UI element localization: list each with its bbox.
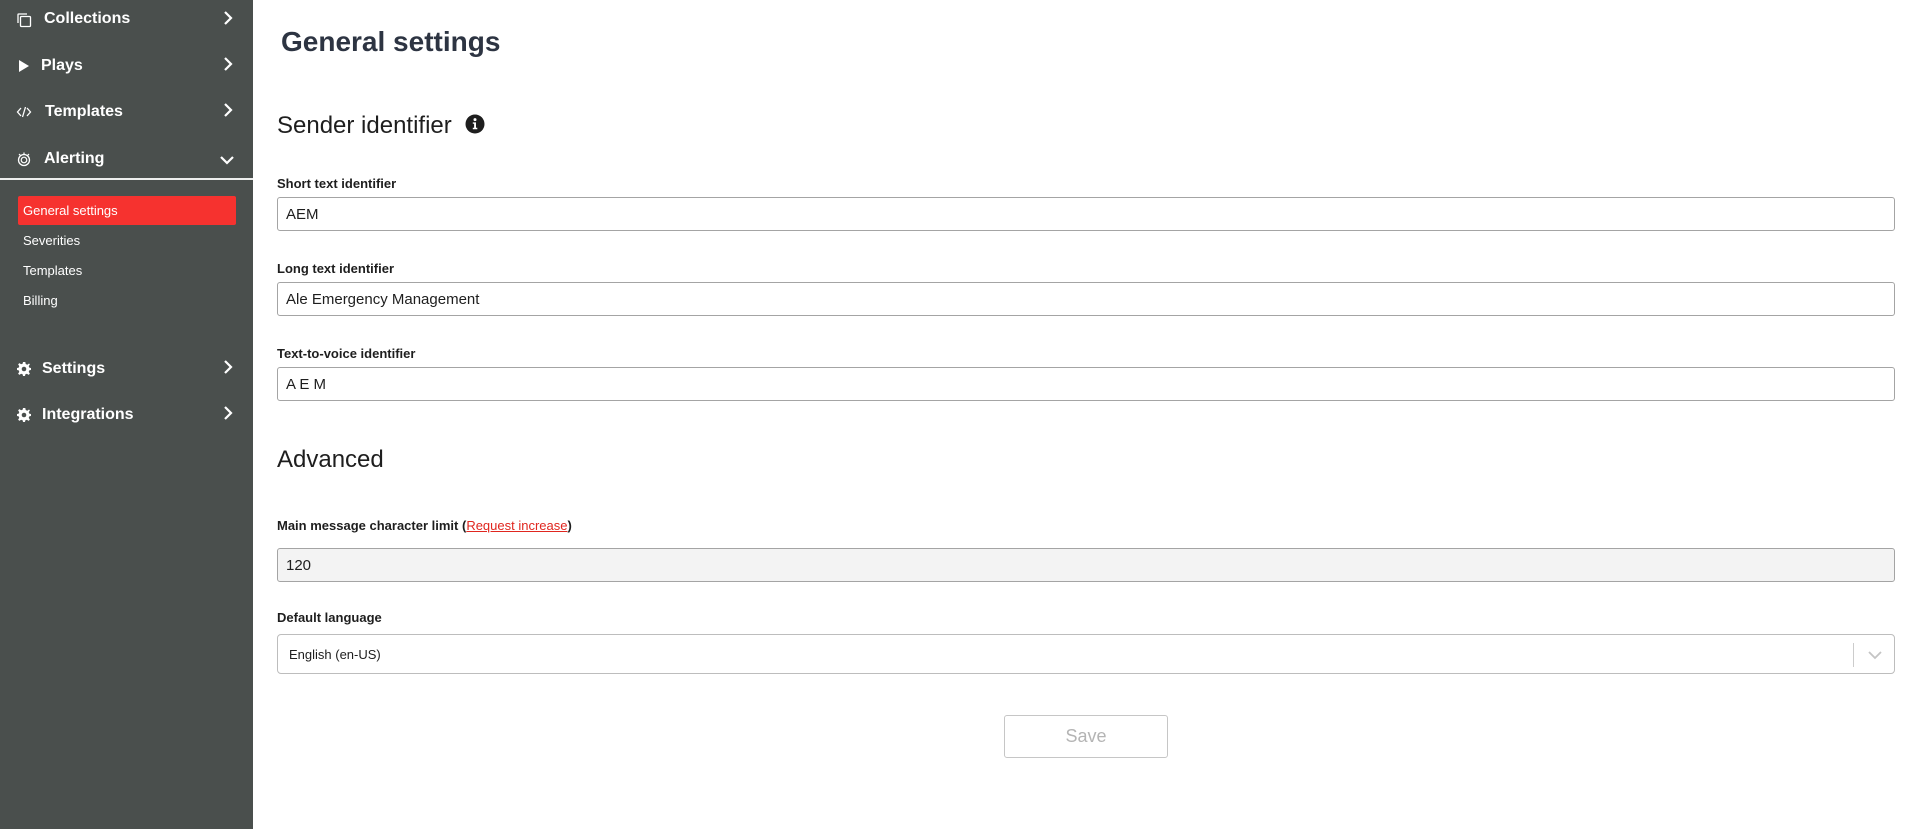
- sidebar-subitem-label: Billing: [23, 293, 58, 308]
- long-text-identifier-input[interactable]: [277, 282, 1895, 316]
- sidebar-item-collections[interactable]: Collections: [0, 0, 253, 40]
- chevron-right-icon: [220, 405, 236, 421]
- sidebar-subitem-general-settings[interactable]: General settings: [18, 196, 236, 225]
- divider: [0, 178, 253, 180]
- sidebar-item-plays[interactable]: Plays: [0, 46, 253, 86]
- sidebar-subitem-templates[interactable]: Templates: [18, 256, 236, 285]
- sidebar-subitem-label: General settings: [23, 203, 118, 218]
- text-to-voice-identifier-input[interactable]: [277, 367, 1895, 401]
- section-title-advanced: Advanced: [277, 446, 384, 473]
- sidebar-item-label: Collections: [44, 10, 131, 27]
- sidebar-subitem-label: Templates: [23, 263, 83, 278]
- sidebar-item-label: Integrations: [42, 406, 134, 423]
- default-language-value: English (en-US): [289, 647, 381, 662]
- chevron-right-icon: [220, 10, 236, 26]
- sidebar: Collections Plays Templates Alerting Gen…: [0, 0, 253, 829]
- play-icon: [16, 58, 32, 74]
- save-button[interactable]: Save: [1004, 715, 1168, 758]
- copy-icon: [16, 12, 32, 28]
- gear-icon: [16, 407, 32, 423]
- chevron-right-icon: [220, 56, 236, 72]
- sidebar-item-label: Alerting: [44, 150, 105, 167]
- sidebar-item-label: Settings: [42, 360, 106, 377]
- chevron-down-icon: [219, 152, 235, 168]
- app: Collections Plays Templates Alerting Gen…: [0, 0, 1918, 829]
- character-limit-label-suffix: ): [567, 518, 572, 533]
- sidebar-item-settings[interactable]: Settings: [0, 349, 253, 389]
- main-content: General settings Sender identifier Short…: [253, 0, 1918, 829]
- chevron-down-icon: [1866, 646, 1884, 664]
- character-limit-label: Main message character limit (Request in…: [277, 518, 572, 533]
- short-text-identifier-input[interactable]: [277, 197, 1895, 231]
- long-text-identifier-label: Long text identifier: [277, 261, 394, 276]
- sidebar-item-label: Templates: [45, 103, 123, 120]
- info-icon[interactable]: [465, 114, 485, 134]
- sidebar-item-alerting[interactable]: Alerting: [0, 139, 253, 179]
- chevron-right-icon: [220, 102, 236, 118]
- sidebar-subitem-label: Severities: [23, 233, 81, 248]
- chevron-right-icon: [220, 359, 236, 375]
- request-increase-link[interactable]: Request increase: [466, 518, 567, 533]
- sidebar-item-templates[interactable]: Templates: [0, 92, 253, 132]
- sidebar-subitem-billing[interactable]: Billing: [18, 286, 236, 315]
- sidebar-subitem-severities[interactable]: Severities: [18, 226, 236, 255]
- short-text-identifier-label: Short text identifier: [277, 176, 397, 191]
- default-language-select[interactable]: English (en-US): [277, 634, 1895, 674]
- default-language-label: Default language: [277, 610, 382, 625]
- sidebar-item-integrations[interactable]: Integrations: [0, 395, 253, 435]
- page-title: General settings: [281, 26, 501, 57]
- code-icon: [16, 104, 32, 120]
- section-title-sender: Sender identifier: [277, 112, 452, 139]
- select-separator: [1853, 643, 1854, 667]
- character-limit-input: [277, 548, 1895, 582]
- sidebar-item-label: Plays: [41, 57, 83, 74]
- alert-icon: [16, 151, 32, 167]
- gear-icon: [16, 361, 32, 377]
- text-to-voice-identifier-label: Text-to-voice identifier: [277, 346, 416, 361]
- character-limit-label-text: Main message character limit (: [277, 518, 467, 533]
